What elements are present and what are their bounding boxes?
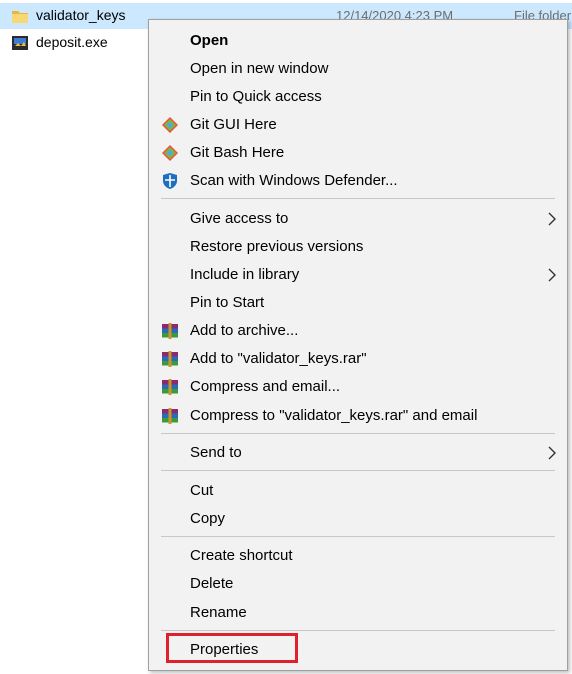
chevron-right-icon — [548, 446, 556, 460]
menu-item-label: Git GUI Here — [190, 116, 277, 133]
file-name: validator_keys — [36, 7, 126, 23]
winrar-icon — [162, 379, 178, 395]
menu-item-pin-start[interactable]: Pin to Start — [149, 289, 567, 317]
menu-item-compress-email[interactable]: Compress and email... — [149, 373, 567, 401]
menu-item-restore-versions[interactable]: Restore previous versions — [149, 233, 567, 261]
menu-item-copy[interactable]: Copy — [149, 505, 567, 533]
menu-item-create-shortcut[interactable]: Create shortcut — [149, 542, 567, 570]
menu-separator — [161, 536, 555, 537]
menu-item-label: Give access to — [190, 210, 289, 227]
context-menu: Open Open in new window Pin to Quick acc… — [148, 19, 568, 671]
menu-item-label: Open — [190, 32, 229, 49]
menu-item-label: Compress to "validator_keys.rar" and ema… — [190, 407, 478, 424]
menu-separator — [161, 433, 555, 434]
menu-item-label: Delete — [190, 575, 234, 592]
menu-item-label: Git Bash Here — [190, 144, 285, 161]
menu-item-send-to[interactable]: Send to — [149, 439, 567, 467]
chevron-right-icon — [548, 212, 556, 226]
properties-highlight-box — [166, 633, 298, 663]
menu-item-label: Add to archive... — [190, 322, 299, 339]
menu-separator — [161, 630, 555, 631]
windows-defender-icon — [163, 173, 177, 189]
menu-separator — [161, 470, 555, 471]
menu-item-label: Compress and email... — [190, 378, 341, 395]
menu-item-label: Rename — [190, 604, 247, 621]
menu-item-label: Add to "validator_keys.rar" — [190, 350, 367, 367]
menu-item-cut[interactable]: Cut — [149, 477, 567, 505]
menu-item-label: Create shortcut — [190, 547, 293, 564]
menu-item-compress-rar-email[interactable]: Compress to "validator_keys.rar" and ema… — [149, 402, 567, 430]
menu-item-open-new-window[interactable]: Open in new window — [149, 55, 567, 83]
exe-icon — [12, 36, 28, 50]
menu-item-git-gui[interactable]: Git GUI Here — [149, 111, 567, 139]
menu-item-add-archive[interactable]: Add to archive... — [149, 317, 567, 345]
chevron-right-icon — [548, 268, 556, 282]
menu-item-label: Include in library — [190, 266, 300, 283]
git-gui-icon — [162, 117, 178, 133]
menu-item-add-rar[interactable]: Add to "validator_keys.rar" — [149, 345, 567, 373]
menu-item-delete[interactable]: Delete — [149, 570, 567, 598]
menu-item-label: Send to — [190, 444, 242, 461]
winrar-icon — [162, 351, 178, 367]
menu-item-open[interactable]: Open — [149, 27, 567, 55]
menu-item-include-library[interactable]: Include in library — [149, 261, 567, 289]
menu-item-label: Pin to Start — [190, 294, 265, 311]
menu-item-give-access[interactable]: Give access to — [149, 205, 567, 233]
menu-item-pin-quick-access[interactable]: Pin to Quick access — [149, 83, 567, 111]
menu-item-label: Open in new window — [190, 60, 329, 77]
winrar-icon — [162, 408, 178, 424]
menu-item-label: Copy — [190, 510, 226, 527]
menu-item-scan-defender[interactable]: Scan with Windows Defender... — [149, 167, 567, 195]
winrar-icon — [162, 323, 178, 339]
folder-icon — [12, 11, 28, 23]
menu-item-label: Cut — [190, 482, 214, 499]
file-name: deposit.exe — [36, 34, 108, 50]
menu-item-rename[interactable]: Rename — [149, 599, 567, 627]
git-bash-icon — [162, 145, 178, 161]
menu-item-label: Pin to Quick access — [190, 88, 322, 105]
menu-item-label: Scan with Windows Defender... — [190, 172, 398, 189]
menu-item-git-bash[interactable]: Git Bash Here — [149, 139, 567, 167]
menu-separator — [161, 198, 555, 199]
menu-item-label: Restore previous versions — [190, 238, 364, 255]
